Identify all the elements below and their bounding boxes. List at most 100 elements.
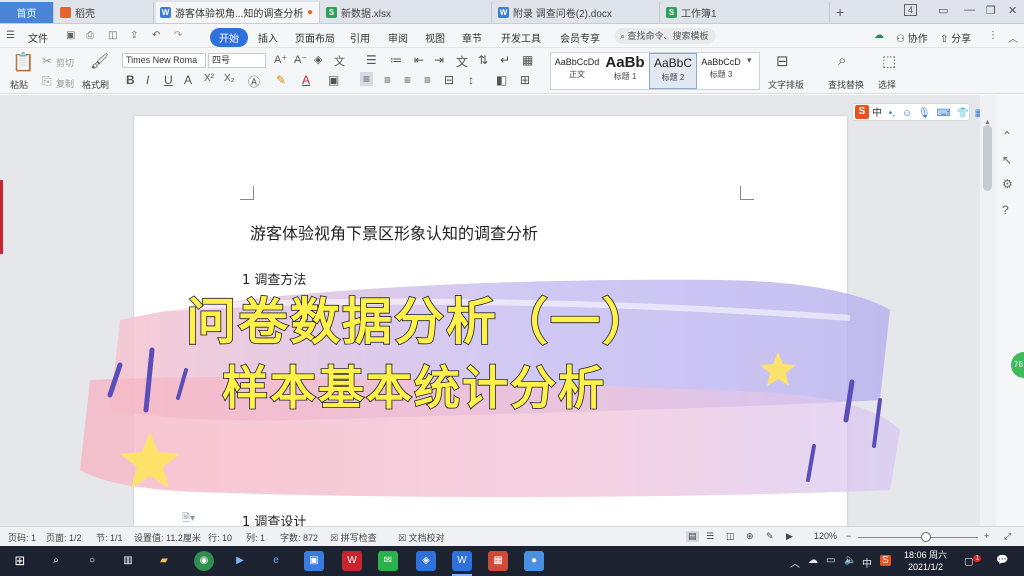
format-painter-icon[interactable]: 🖌	[90, 52, 109, 70]
menu-review[interactable]: 审阅	[388, 30, 408, 45]
style-normal[interactable]: AaBbCcDd 正文	[553, 53, 601, 89]
preview-icon[interactable]: ◫	[108, 30, 117, 41]
char-border-icon[interactable]: ▣	[328, 73, 339, 87]
style-gallery-expand-icon[interactable]: ▾	[747, 55, 752, 66]
tab-count-badge[interactable]: 4	[904, 4, 918, 16]
style-heading-2[interactable]: AaBbC 标题 2	[649, 53, 697, 89]
tab-home[interactable]: 首页	[0, 2, 54, 23]
text-layout-button[interactable]: 文字排版	[768, 78, 804, 91]
tray-network-icon[interactable]: ▭	[826, 555, 835, 566]
borders-icon[interactable]: ⊞	[520, 73, 530, 87]
ime-mic-icon[interactable]: 🎙	[918, 108, 931, 119]
media-player-icon[interactable]: ▶	[230, 551, 250, 571]
scrollbar-thumb[interactable]	[983, 125, 992, 191]
outline-view-icon[interactable]: ☰	[706, 531, 714, 542]
bold-icon[interactable]: B	[126, 73, 135, 87]
cut-button[interactable]: 剪切	[56, 56, 74, 69]
font-color-icon[interactable]: A	[302, 73, 310, 87]
shrink-font-icon[interactable]: A⁻	[294, 53, 307, 66]
cloud-sync-icon[interactable]: ☁	[874, 30, 884, 41]
windows-start-icon[interactable]: ⊞	[10, 551, 30, 571]
clear-format-icon[interactable]: ◈	[314, 53, 322, 66]
wps-app-icon[interactable]: W	[342, 551, 362, 571]
style-heading-3[interactable]: AaBbCcD 标题 3	[697, 53, 745, 89]
text-effect-icon[interactable]: Ⓐ	[248, 73, 260, 90]
line-spacing-icon[interactable]: ↕	[468, 73, 474, 87]
restore-icon[interactable]: ▭	[938, 4, 948, 17]
decrease-indent-icon[interactable]: ⇤	[414, 53, 424, 67]
bullet-list-icon[interactable]: ☰	[366, 53, 377, 67]
tray-ime-label[interactable]: 中	[862, 555, 872, 570]
copy-button[interactable]: 复制	[56, 77, 74, 90]
menu-developer[interactable]: 开发工具	[501, 30, 541, 45]
collapse-panel-icon[interactable]: ⌃	[1002, 129, 1012, 143]
status-page-count[interactable]: 页面: 1/2	[46, 531, 82, 544]
font-size-select[interactable]: 四号	[208, 53, 266, 68]
table-icon[interactable]: ▦	[522, 53, 533, 67]
minimize-icon[interactable]: —	[964, 4, 975, 16]
highlight-icon[interactable]: ✎	[276, 73, 286, 87]
align-right-icon[interactable]: ≡	[404, 73, 411, 87]
menu-chapter[interactable]: 章节	[462, 30, 482, 45]
menu-icon[interactable]: ☰	[6, 30, 15, 41]
ime-emoji-icon[interactable]: ☺	[902, 108, 912, 119]
command-search-input[interactable]: ⌕ 查找命令、搜索模板	[614, 28, 716, 44]
subscript-icon[interactable]: X₂	[224, 73, 235, 84]
web-view-icon[interactable]: ⊕	[746, 531, 754, 542]
edge-icon[interactable]: e	[266, 551, 286, 571]
zoom-in-icon[interactable]: +	[984, 531, 989, 541]
zoom-slider-track[interactable]	[858, 537, 978, 538]
proofread-button[interactable]: ☒ 文档校对	[398, 531, 445, 544]
menu-view[interactable]: 视图	[425, 30, 445, 45]
pattern-app-icon[interactable]: ▦	[488, 551, 508, 571]
pinyin-icon[interactable]: 文	[334, 53, 345, 69]
status-word-count[interactable]: 字数: 872	[280, 531, 318, 544]
tab-docer[interactable]: 稻壳	[56, 2, 154, 23]
menu-insert[interactable]: 插入	[258, 30, 278, 45]
ime-punct-icon[interactable]: •,	[889, 108, 895, 119]
share-button[interactable]: ⇧ 分享	[940, 30, 971, 45]
justify-icon[interactable]: ≡	[424, 73, 431, 87]
tab-workbook1[interactable]: S 工作簿1	[662, 2, 830, 23]
spell-check-button[interactable]: ☒ 拼写检查	[330, 531, 377, 544]
find-replace-icon[interactable]: ⌕	[838, 52, 846, 69]
status-row[interactable]: 行: 10	[208, 531, 232, 544]
numbered-list-icon[interactable]: ≔	[390, 53, 402, 67]
underline-icon[interactable]: U	[164, 73, 173, 87]
copy-icon[interactable]: ⎘	[42, 74, 52, 89]
text-layout-icon[interactable]: ⊟	[776, 52, 789, 70]
status-col[interactable]: 列: 1	[246, 531, 265, 544]
style-heading-1[interactable]: AaBb 标题 1	[601, 53, 649, 89]
find-replace-button[interactable]: 查找替换	[828, 78, 864, 91]
tray-overflow-icon[interactable]: ︿	[790, 555, 800, 570]
paste-button[interactable]: 粘贴	[10, 78, 28, 91]
cortana-icon[interactable]: ○	[82, 551, 102, 571]
shading-icon[interactable]: ◧	[496, 73, 507, 87]
task-view-icon[interactable]: ▥	[118, 551, 138, 571]
select-button[interactable]: 选择	[878, 78, 896, 91]
pointer-tool-icon[interactable]: ↖	[1002, 153, 1012, 167]
menu-file[interactable]: 文件	[28, 30, 48, 45]
status-setting[interactable]: 设置值: 11.2厘米	[134, 531, 201, 544]
strikethrough-icon[interactable]: A	[184, 73, 192, 87]
tray-app-icon[interactable]: ▢ 1	[964, 555, 982, 567]
undo-icon[interactable]: ↶	[152, 30, 160, 41]
font-name-select[interactable]: Times New Roma	[122, 53, 206, 68]
maximize-icon[interactable]: ❐	[986, 4, 996, 17]
zoom-out-icon[interactable]: −	[846, 531, 851, 541]
wechat-icon[interactable]: ✉	[378, 551, 398, 571]
tab-survey-analysis[interactable]: W 游客体验视角...知的调查分析 ●	[156, 2, 320, 23]
docer-app-icon[interactable]: ▣	[304, 551, 324, 571]
print-icon[interactable]: ⎙	[86, 30, 94, 41]
ime-skin-icon[interactable]: 👕	[957, 108, 969, 119]
paste-icon[interactable]: 📋	[12, 52, 34, 73]
search-icon[interactable]: ⌕	[46, 551, 66, 571]
close-window-icon[interactable]: ✕	[1008, 4, 1017, 17]
action-center-icon[interactable]: 💬	[996, 555, 1008, 566]
collab-button[interactable]: ⚇ 协作	[896, 30, 928, 45]
export-icon[interactable]: ⇪	[130, 30, 138, 41]
menu-member[interactable]: 会员专享	[560, 30, 600, 45]
zoom-slider-knob[interactable]	[921, 532, 931, 542]
superscript-icon[interactable]: X²	[204, 73, 214, 84]
chinese-layout-icon[interactable]: 文	[456, 53, 468, 70]
